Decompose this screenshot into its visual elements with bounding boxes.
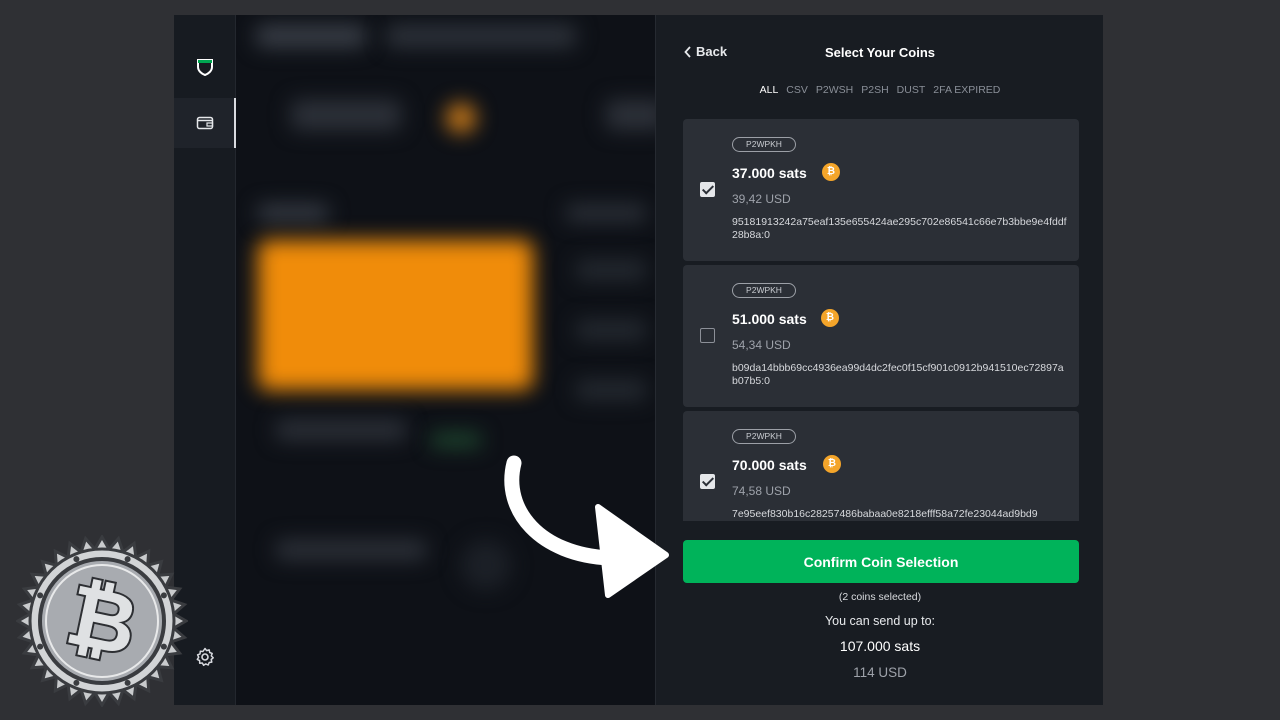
coin-usd-value: 39,42 USD — [732, 192, 791, 206]
filter-csv[interactable]: CSV — [786, 84, 808, 96]
send-up-to-label: You can send up to: — [824, 614, 936, 628]
filter-p2sh[interactable]: P2SH — [861, 84, 888, 96]
send-max-usd: 114 USD — [853, 665, 907, 680]
blurred-wallet-background — [236, 15, 655, 705]
coin-amount: 51.000 sats — [732, 311, 807, 327]
coin-type-filters: ALL CSV P2WSH P2SH DUST 2FA EXPIRED — [656, 84, 1103, 96]
coin-usd-value: 74,58 USD — [732, 484, 791, 498]
badge-rivet — [124, 556, 131, 563]
shield-logo-icon[interactable] — [196, 57, 214, 77]
script-type-badge: P2WPKH — [732, 283, 796, 298]
bitcoin-icon: ₿ — [821, 309, 839, 327]
badge-rivet — [73, 556, 80, 563]
badge-rivet — [37, 592, 44, 599]
filter-dust[interactable]: DUST — [897, 84, 926, 96]
script-type-badge: P2WPKH — [732, 429, 796, 444]
wallet-icon — [196, 116, 214, 130]
app-window: Back Select Your Coins ALL CSV P2WSH P2S… — [174, 15, 1103, 705]
coin-item[interactable]: P2WPKH 51.000 sats ₿ 54,34 USD b09da14bb… — [683, 265, 1079, 407]
confirm-coin-selection-button[interactable]: Confirm Coin Selection — [683, 540, 1079, 583]
coin-txid: b09da14bbb69cc4936ea99d4dc2fec0f15cf901c… — [732, 362, 1064, 387]
curved-arrow-icon — [504, 455, 669, 598]
coin-list[interactable]: P2WPKH 37.000 sats ₿ 39,42 USD 951819132… — [683, 119, 1079, 521]
bitcoin-icon: ₿ — [823, 455, 841, 473]
coin-amount: 70.000 sats — [732, 457, 807, 473]
filter-2fa-expired[interactable]: 2FA EXPIRED — [933, 84, 1000, 96]
coin-usd-value: 54,34 USD — [732, 338, 791, 352]
coins-selected-count: (2 coins selected) — [838, 591, 922, 603]
script-type-badge: P2WPKH — [732, 137, 796, 152]
filter-p2wsh[interactable]: P2WSH — [816, 84, 853, 96]
sidebar-item-wallet[interactable] — [174, 98, 236, 148]
badge-rivet — [160, 643, 167, 650]
coin-txid: 95181913242a75eaf135e655424ae295c702e865… — [732, 216, 1067, 241]
coin-item[interactable]: P2WPKH 37.000 sats ₿ 39,42 USD 951819132… — [683, 119, 1079, 261]
bitcoin-badge-logo: ₿ — [16, 535, 188, 707]
coin-selection-panel: Back Select Your Coins ALL CSV P2WSH P2S… — [655, 15, 1103, 705]
coin-checkbox[interactable] — [700, 328, 715, 343]
badge-rivet — [160, 592, 167, 599]
send-max-sats: 107.000 sats — [839, 638, 921, 654]
panel-title: Select Your Coins — [824, 45, 936, 60]
badge-rivet — [73, 679, 80, 686]
coin-checkbox[interactable] — [700, 474, 715, 489]
coin-checkbox[interactable] — [700, 182, 715, 197]
filter-all[interactable]: ALL — [760, 84, 779, 96]
coin-item[interactable]: P2WPKH 70.000 sats ₿ 74,58 USD 7e95eef83… — [683, 411, 1079, 521]
coin-amount: 37.000 sats — [732, 165, 807, 181]
bitcoin-icon: ₿ — [822, 163, 840, 181]
badge-rivet — [124, 679, 131, 686]
gear-icon[interactable] — [195, 647, 215, 672]
coin-txid: 7e95eef830b16c28257486babaa0e8218efff58a… — [732, 508, 1038, 520]
badge-rivet — [37, 643, 44, 650]
